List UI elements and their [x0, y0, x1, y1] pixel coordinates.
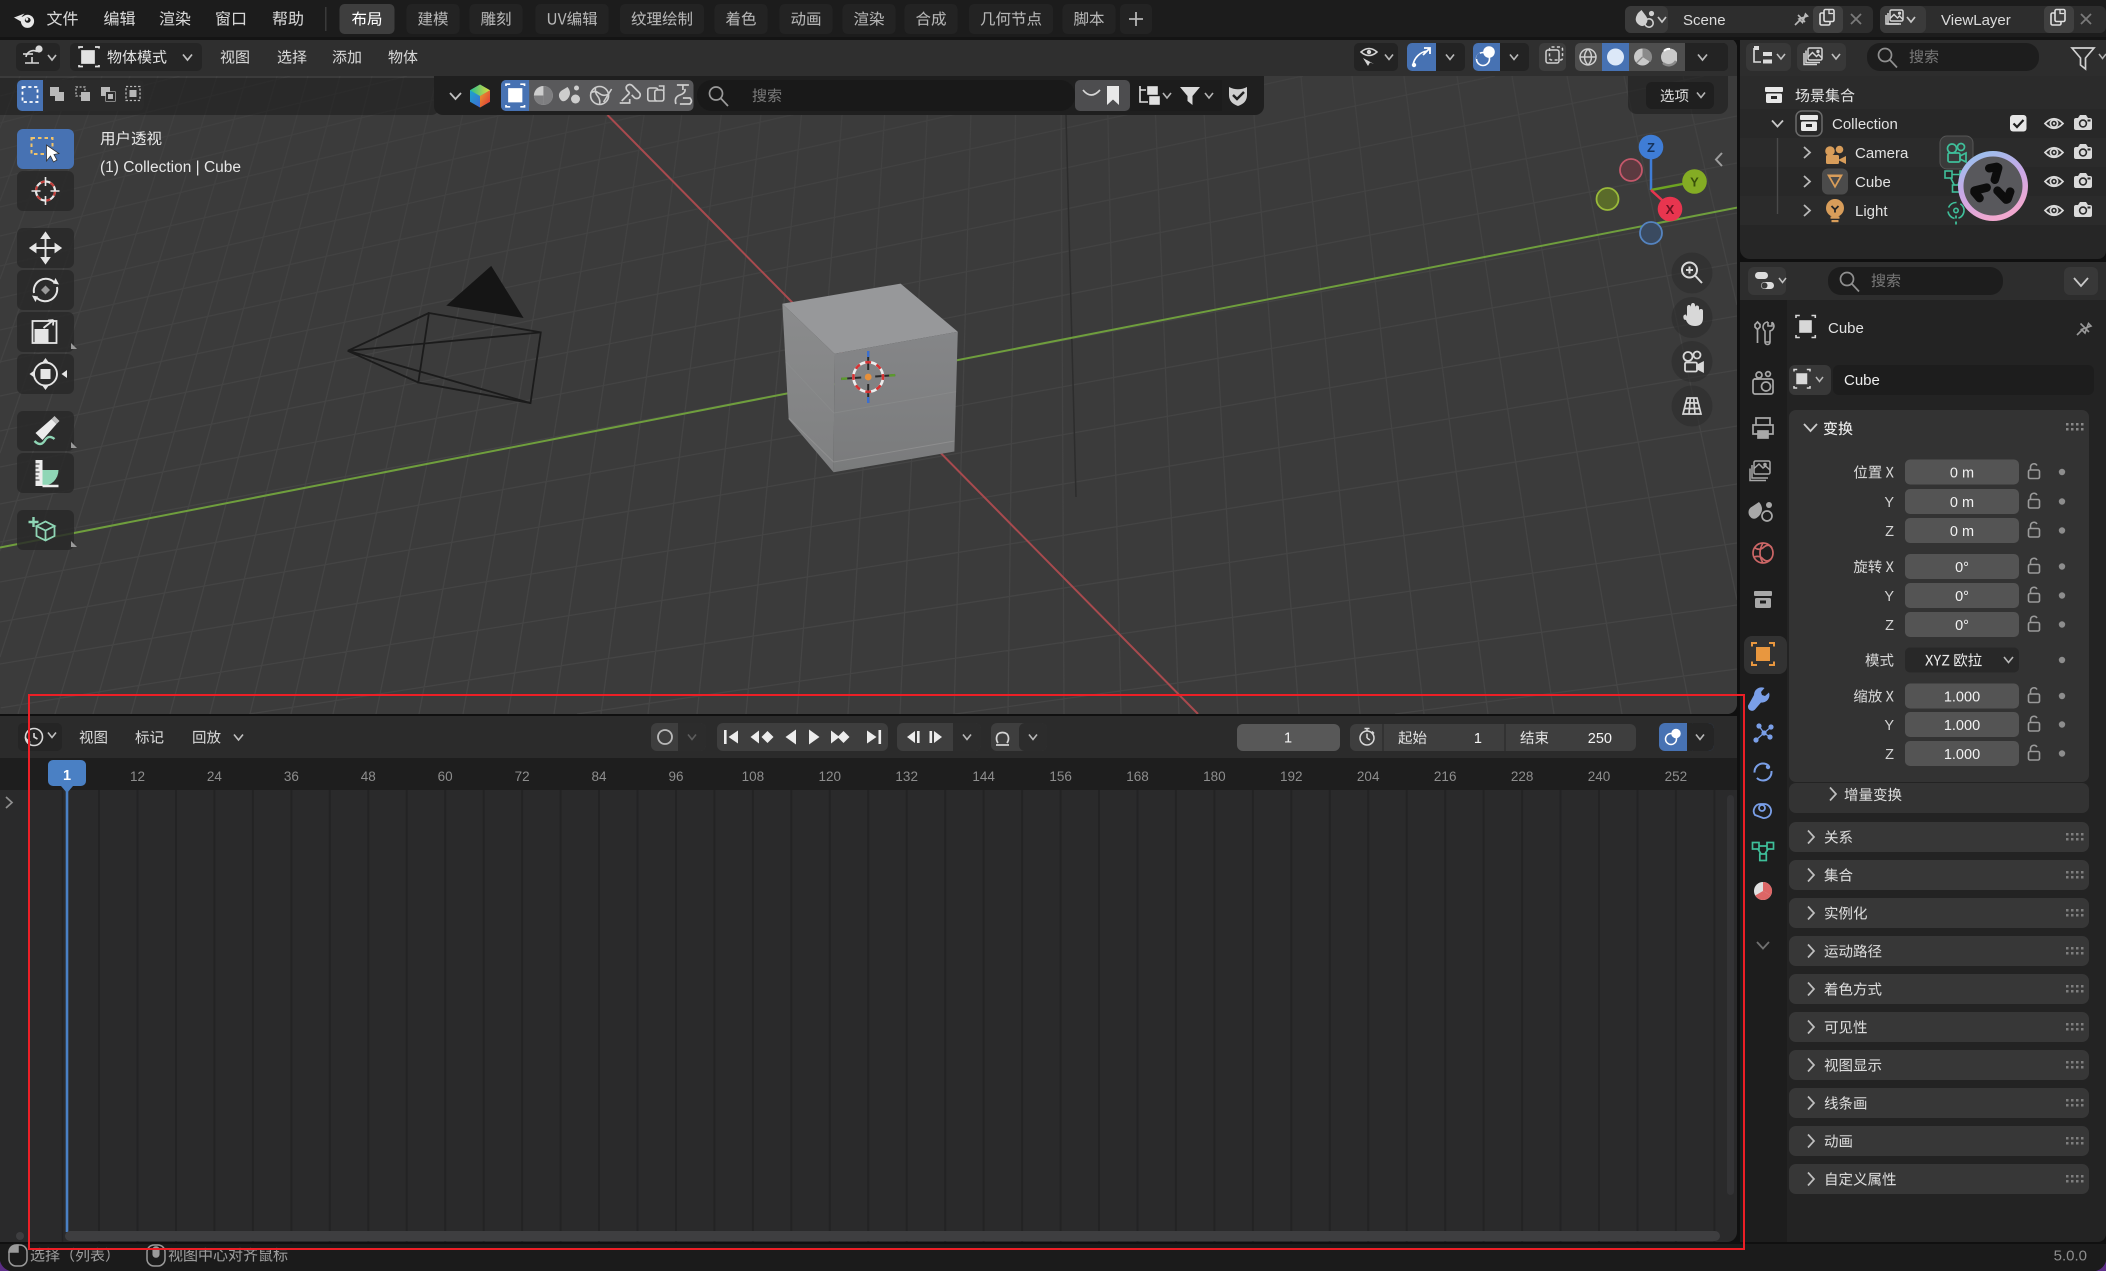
svg-text:0°: 0° [1955, 589, 1969, 605]
svg-text:Y: Y [1690, 175, 1699, 190]
svg-text:0°: 0° [1955, 618, 1969, 634]
svg-text:Cube: Cube [1828, 320, 1864, 337]
svg-text:Z: Z [1885, 618, 1894, 634]
svg-text:ViewLayer: ViewLayer [1941, 12, 2011, 29]
svg-text:Camera: Camera [1855, 145, 1909, 162]
svg-text:0 m: 0 m [1950, 524, 1974, 540]
svg-text:5.0.0: 5.0.0 [2054, 1248, 2087, 1265]
svg-text:X: X [1666, 202, 1675, 217]
svg-text:Z: Z [1885, 524, 1894, 540]
svg-text:0 m: 0 m [1950, 495, 1974, 511]
svg-text:0°: 0° [1955, 560, 1969, 576]
svg-text:Collection: Collection [1832, 116, 1898, 133]
svg-text:Y: Y [1884, 589, 1894, 605]
svg-text:0 m: 0 m [1950, 466, 1974, 482]
svg-text:1.000: 1.000 [1944, 718, 1980, 734]
svg-text:(1) Collection | Cube: (1) Collection | Cube [100, 159, 241, 176]
svg-text:Cube: Cube [1844, 372, 1880, 389]
svg-text:Light: Light [1855, 203, 1888, 220]
svg-text:Y: Y [1884, 495, 1894, 511]
svg-text:1.000: 1.000 [1944, 747, 1980, 763]
svg-text:Scene: Scene [1683, 12, 1726, 29]
svg-text:1.000: 1.000 [1944, 690, 1980, 706]
svg-text:Z: Z [1647, 140, 1655, 155]
svg-text:Cube: Cube [1855, 174, 1891, 191]
svg-text:Z: Z [1885, 747, 1894, 763]
svg-text:Y: Y [1884, 718, 1894, 734]
